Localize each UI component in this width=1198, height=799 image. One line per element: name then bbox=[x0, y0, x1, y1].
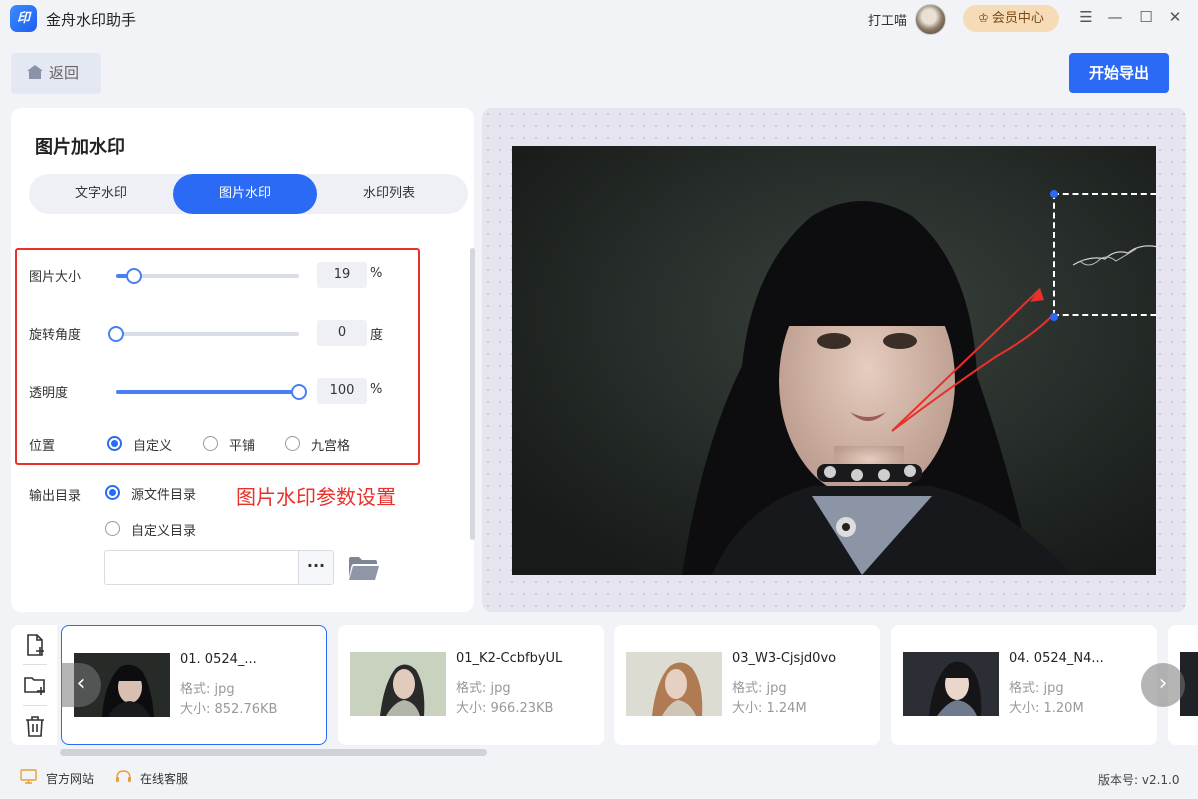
title-bar: 印 金舟水印助手 打工喵 ♔ 会员中心 ☰ — ☐ ✕ bbox=[0, 0, 1198, 38]
rotation-slider[interactable] bbox=[108, 326, 299, 342]
position-grid-radio[interactable] bbox=[285, 436, 300, 451]
file-size: 大小: 966.23KB bbox=[456, 701, 554, 716]
menu-icon[interactable]: ☰ bbox=[1077, 8, 1095, 26]
output-custom-label[interactable]: 自定义目录 bbox=[131, 520, 196, 539]
position-custom-radio[interactable] bbox=[107, 436, 122, 451]
output-source-radio[interactable] bbox=[105, 485, 120, 500]
file-card[interactable]: 04. 0524_N4... 格式: jpg 大小: 1.20M bbox=[891, 625, 1157, 745]
rotation-label: 旋转角度 bbox=[29, 328, 82, 343]
output-source-label[interactable]: 源文件目录 bbox=[131, 484, 196, 503]
maximize-icon[interactable]: ☐ bbox=[1137, 8, 1155, 26]
file-name: 01_K2-CcbfbyUL bbox=[456, 651, 563, 666]
watermark-tabs: 文字水印 图片水印 水印列表 bbox=[29, 174, 468, 214]
add-folder-icon[interactable] bbox=[23, 673, 47, 697]
crown-icon: ♔ bbox=[978, 11, 989, 25]
file-format: 格式: jpg bbox=[732, 681, 787, 696]
app-title: 金舟水印助手 bbox=[46, 11, 137, 29]
file-card[interactable]: 01_K2-CcbfbyUL 格式: jpg 大小: 966.23KB bbox=[338, 625, 604, 745]
rotation-slider-thumb[interactable] bbox=[108, 326, 124, 342]
panel-title: 图片加水印 bbox=[35, 137, 125, 158]
folder-icon[interactable] bbox=[348, 555, 380, 582]
app-logo: 印 bbox=[10, 5, 37, 32]
official-website-link[interactable]: 官方网站 bbox=[46, 770, 94, 787]
size-unit: % bbox=[370, 266, 383, 281]
resize-handle-bl[interactable] bbox=[1050, 313, 1058, 321]
output-dir-label: 输出目录 bbox=[29, 489, 82, 504]
watermark-image bbox=[1072, 245, 1156, 266]
position-custom-label[interactable]: 自定义 bbox=[133, 435, 172, 454]
file-format: 格式: jpg bbox=[1009, 681, 1064, 696]
output-custom-radio[interactable] bbox=[105, 521, 120, 536]
close-icon[interactable]: ✕ bbox=[1166, 8, 1184, 26]
opacity-value-input[interactable]: 100 bbox=[317, 378, 367, 404]
avatar[interactable] bbox=[915, 4, 946, 35]
size-value-input[interactable]: 19 bbox=[317, 262, 367, 288]
opacity-slider[interactable] bbox=[116, 384, 307, 400]
annotation-text: 图片水印参数设置 bbox=[236, 485, 396, 509]
opacity-unit: % bbox=[370, 382, 383, 397]
trash-icon[interactable] bbox=[23, 714, 47, 738]
tab-watermark-list[interactable]: 水印列表 bbox=[317, 174, 461, 214]
vip-center-label: 会员中心 bbox=[991, 11, 1044, 26]
opacity-slider-fill bbox=[116, 390, 299, 394]
panel-scrollbar[interactable] bbox=[470, 248, 475, 540]
minimize-icon[interactable]: — bbox=[1106, 8, 1124, 26]
tool-divider bbox=[23, 664, 47, 665]
back-label: 返回 bbox=[49, 64, 80, 82]
file-thumbnail bbox=[350, 652, 446, 716]
online-support-link[interactable]: 在线客服 bbox=[140, 770, 188, 787]
opacity-slider-thumb[interactable] bbox=[291, 384, 307, 400]
file-format: 格式: jpg bbox=[456, 681, 511, 696]
vip-center-button[interactable]: ♔ 会员中心 bbox=[963, 5, 1059, 32]
file-name: 01. 0524_... bbox=[180, 652, 257, 667]
resize-handle-tl[interactable] bbox=[1050, 190, 1058, 198]
file-thumbnail bbox=[626, 652, 722, 716]
home-icon bbox=[27, 65, 43, 79]
watermark-selection-box[interactable]: × bbox=[1050, 190, 1156, 321]
settings-panel: 图片加水印 文字水印 图片水印 水印列表 图片大小 19 % 旋转角度 0 度 … bbox=[11, 108, 475, 612]
back-button[interactable]: 返回 bbox=[11, 53, 101, 94]
next-arrow-icon[interactable]: › bbox=[1141, 663, 1185, 707]
tab-image-watermark[interactable]: 图片水印 bbox=[173, 174, 317, 214]
opacity-label: 透明度 bbox=[29, 386, 69, 401]
size-label: 图片大小 bbox=[29, 270, 82, 285]
tool-divider bbox=[23, 705, 47, 706]
tab-text-watermark[interactable]: 文字水印 bbox=[29, 174, 173, 214]
file-size: 大小: 1.24M bbox=[732, 701, 807, 716]
file-size: 大小: 852.76KB bbox=[180, 702, 278, 717]
position-tile-label[interactable]: 平铺 bbox=[229, 435, 255, 454]
version-label: 版本号: v2.1.0 bbox=[1098, 773, 1180, 787]
output-path-input[interactable] bbox=[104, 550, 298, 585]
position-grid-label[interactable]: 九宫格 bbox=[311, 435, 350, 454]
user-name[interactable]: 打工喵 bbox=[868, 10, 907, 29]
thumbnail-scrollbar[interactable] bbox=[60, 749, 487, 756]
position-label: 位置 bbox=[29, 439, 56, 454]
file-format: 格式: jpg bbox=[180, 682, 235, 697]
preview-area: × bbox=[482, 108, 1186, 612]
rotation-unit: 度 bbox=[370, 328, 384, 343]
position-tile-radio[interactable] bbox=[203, 436, 218, 451]
start-export-button[interactable]: 开始导出 bbox=[1069, 53, 1169, 93]
headset-icon[interactable] bbox=[115, 769, 132, 784]
file-card[interactable]: 03_W3-Cjsjd0vo 格式: jpg 大小: 1.24M bbox=[614, 625, 880, 745]
website-icon[interactable] bbox=[20, 769, 37, 784]
file-name: 03_W3-Cjsjd0vo bbox=[732, 651, 837, 666]
file-tools bbox=[11, 625, 57, 745]
size-slider[interactable] bbox=[116, 268, 299, 284]
rotation-value-input[interactable]: 0 bbox=[317, 320, 367, 346]
add-file-icon[interactable] bbox=[23, 633, 47, 657]
preview-photo: × bbox=[512, 146, 1156, 575]
browse-more-button[interactable]: ··· bbox=[298, 550, 334, 585]
file-size: 大小: 1.20M bbox=[1009, 701, 1084, 716]
file-thumbnail bbox=[903, 652, 999, 716]
file-name: 04. 0524_N4... bbox=[1009, 651, 1104, 666]
